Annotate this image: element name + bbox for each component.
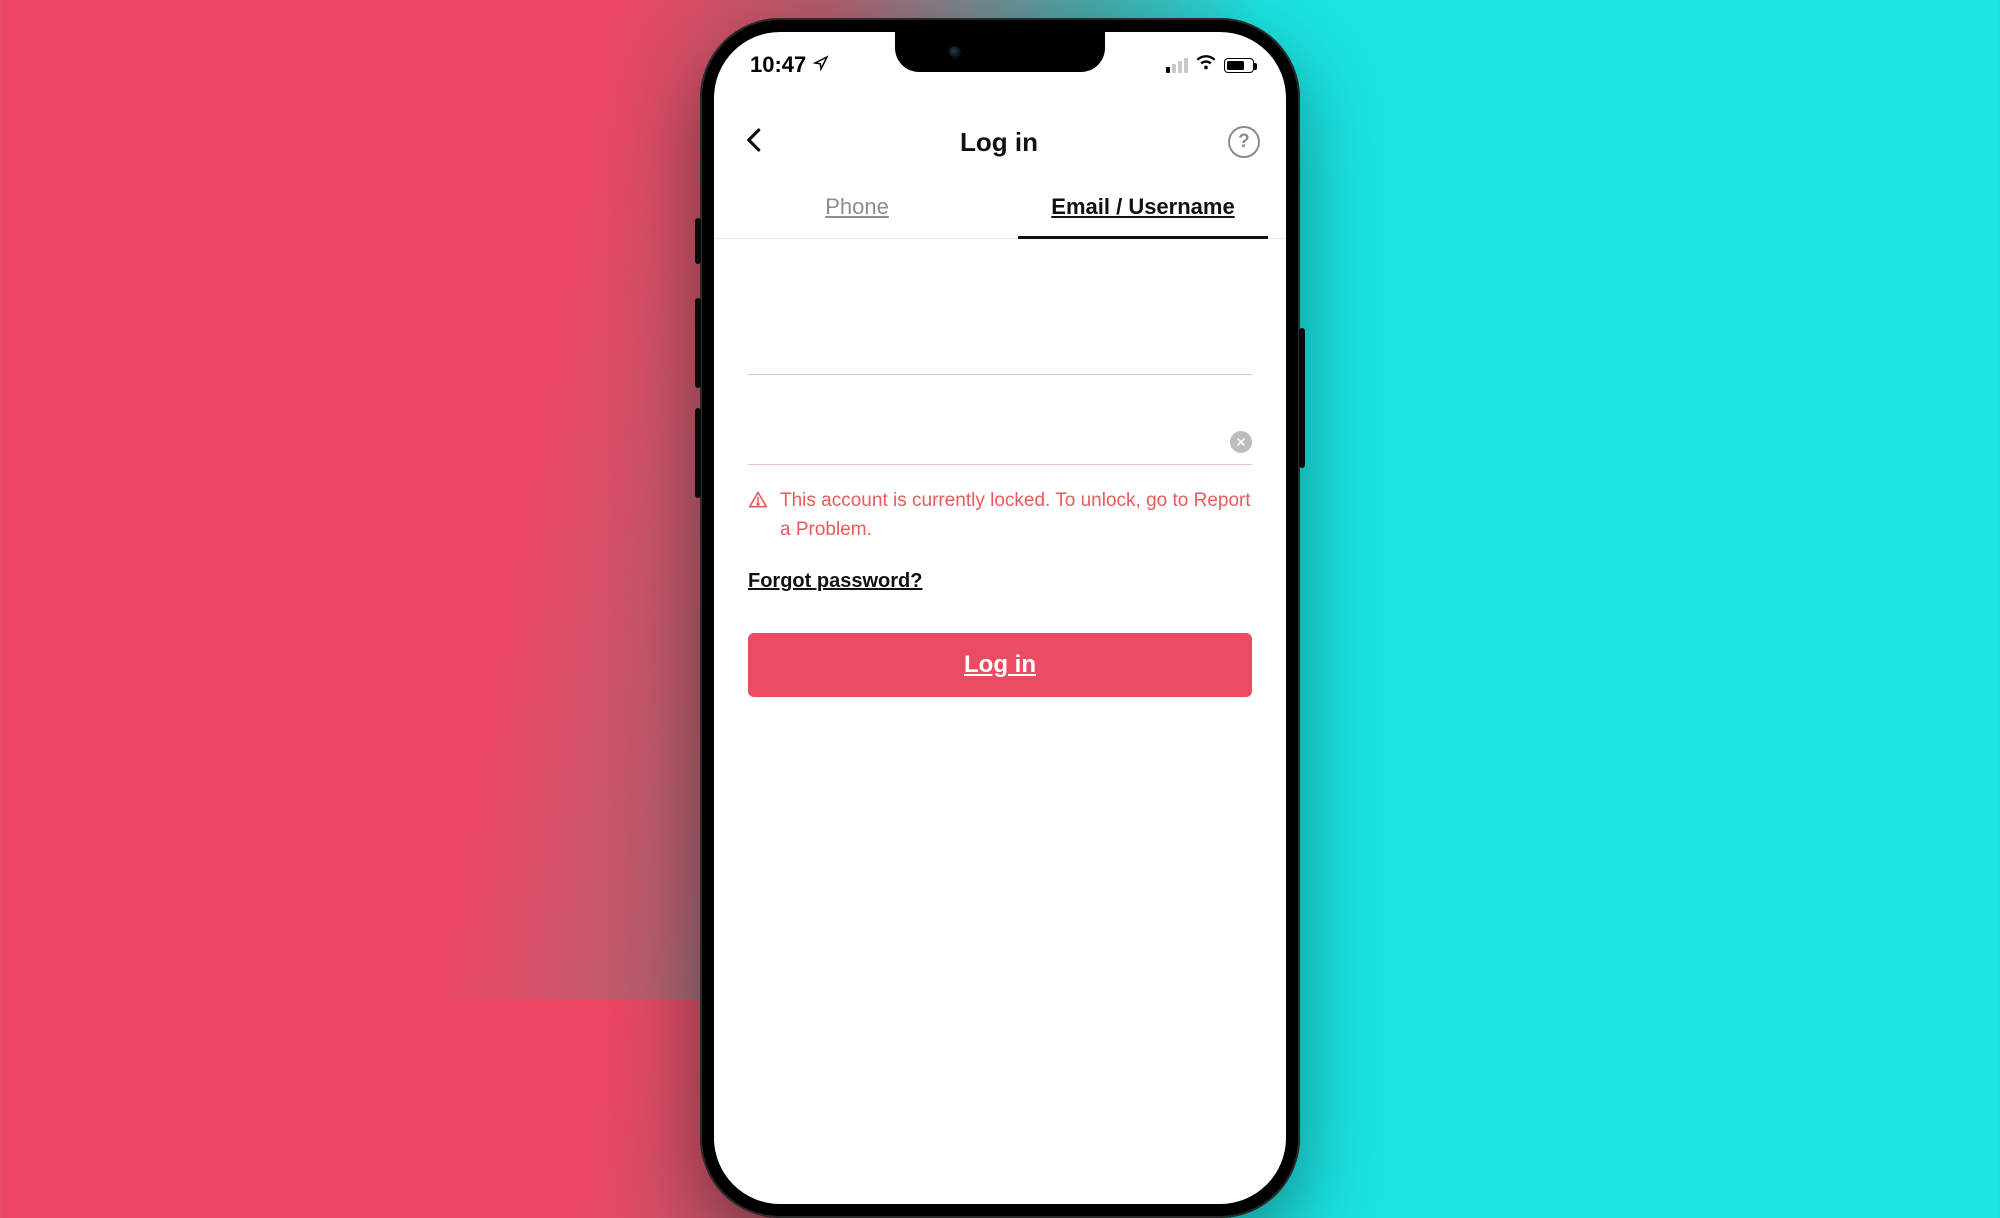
power-button	[1299, 328, 1305, 468]
location-icon	[812, 52, 830, 78]
login-form: This account is currently locked. To unl…	[714, 329, 1286, 697]
email-username-input[interactable]	[748, 329, 1252, 374]
password-input[interactable]	[748, 419, 1230, 464]
email-username-field[interactable]	[748, 329, 1252, 375]
back-button[interactable]	[740, 125, 770, 160]
phone-frame: 10:47 Log in ?	[700, 18, 1300, 1218]
clear-input-icon[interactable]	[1230, 431, 1252, 453]
login-screen: Log in ? Phone Email / Username	[714, 88, 1286, 1204]
volume-down-button	[695, 408, 701, 498]
phone-screen: 10:47 Log in ?	[714, 32, 1286, 1204]
status-time: 10:47	[750, 52, 806, 78]
error-message: This account is currently locked. To unl…	[748, 487, 1252, 544]
wifi-icon	[1195, 51, 1217, 79]
battery-icon	[1224, 58, 1254, 73]
password-field[interactable]	[748, 419, 1252, 465]
page-title: Log in	[960, 127, 1038, 158]
volume-up-button	[695, 298, 701, 388]
login-button[interactable]: Log in	[748, 633, 1252, 697]
nav-bar: Log in ?	[714, 114, 1286, 170]
cellular-signal-icon	[1166, 58, 1188, 73]
mute-switch	[695, 218, 701, 264]
help-button[interactable]: ?	[1228, 126, 1260, 158]
error-text: This account is currently locked. To unl…	[780, 487, 1252, 544]
tab-phone[interactable]: Phone	[714, 180, 1000, 238]
phone-notch	[895, 32, 1105, 72]
warning-icon	[748, 487, 768, 520]
login-tabs: Phone Email / Username	[714, 180, 1286, 239]
forgot-password-link[interactable]: Forgot password?	[748, 570, 922, 593]
tab-email-username[interactable]: Email / Username	[1000, 180, 1286, 238]
